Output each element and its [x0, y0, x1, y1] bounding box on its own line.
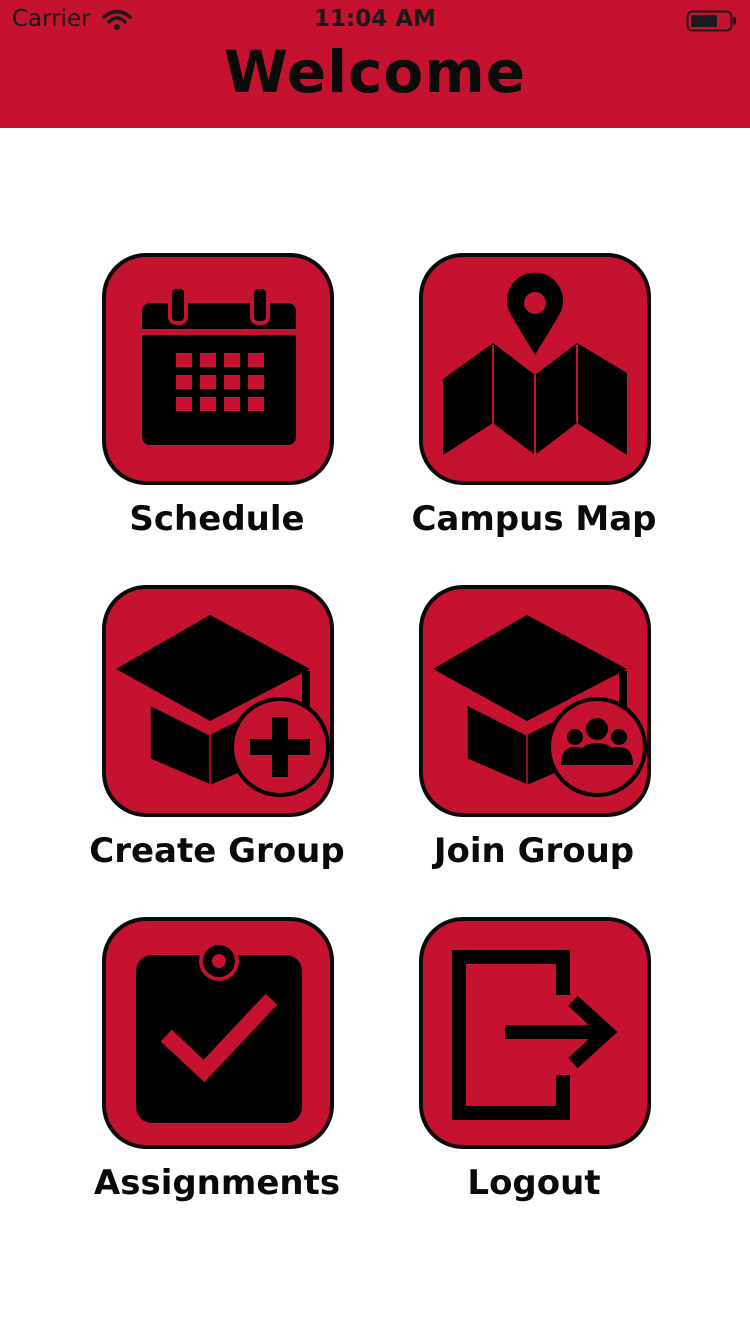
- page-title: Welcome: [223, 38, 527, 106]
- create-group-label: Create Group: [89, 831, 345, 871]
- join-group-label: Join Group: [433, 831, 635, 871]
- logout-icon: [419, 917, 651, 1149]
- status-bar: Carrier 11:04 AM: [0, 0, 750, 40]
- header-bar: Carrier 11:04 AM Welcome: [0, 0, 750, 128]
- campus-map-label: Campus Map: [411, 499, 657, 539]
- campus-map-button[interactable]: Campus Map: [404, 253, 664, 543]
- battery-icon: [686, 10, 738, 36]
- clipboard-check-icon: [102, 917, 334, 1149]
- calendar-icon: [102, 253, 334, 485]
- schedule-button[interactable]: Schedule: [87, 253, 347, 543]
- schedule-label: Schedule: [129, 499, 305, 539]
- assignments-button[interactable]: Assignments: [87, 917, 347, 1207]
- join-group-button[interactable]: Join Group: [404, 585, 664, 875]
- map-pin-icon: [419, 253, 651, 485]
- clock: 11:04 AM: [314, 6, 436, 32]
- logout-button[interactable]: Logout: [404, 917, 664, 1207]
- graduation-cap-users-icon: [419, 585, 651, 817]
- graduation-cap-plus-icon: [102, 585, 334, 817]
- assignments-label: Assignments: [93, 1163, 341, 1203]
- logout-label: Logout: [467, 1163, 601, 1203]
- create-group-button[interactable]: Create Group: [87, 585, 347, 875]
